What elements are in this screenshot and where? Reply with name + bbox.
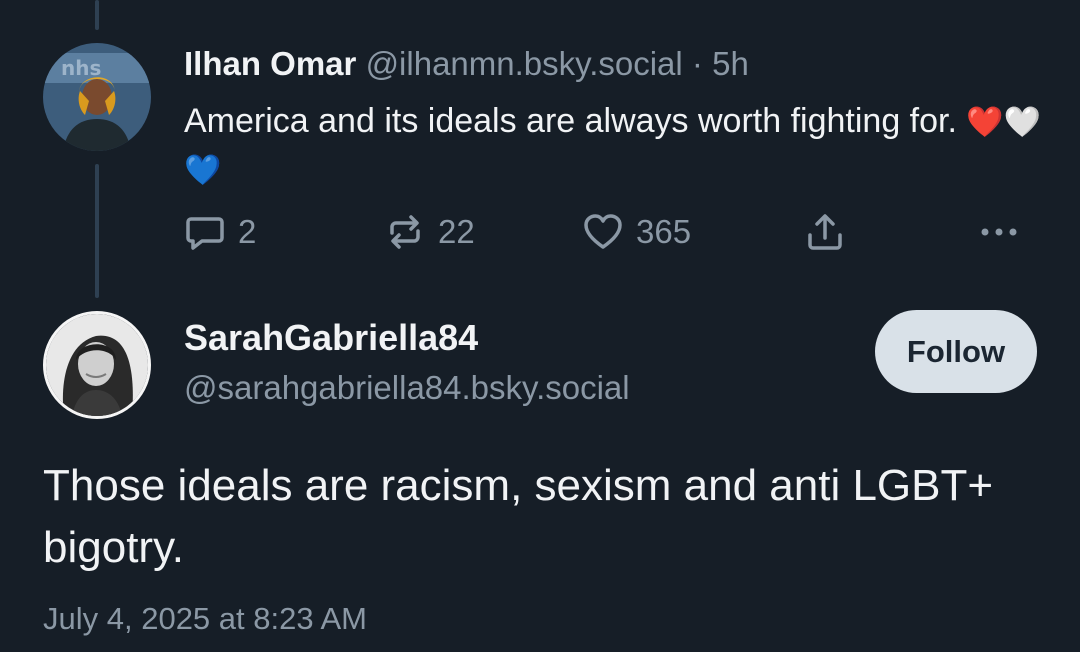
follow-button[interactable]: Follow	[875, 310, 1037, 393]
svg-text:nhs: nhs	[61, 56, 101, 80]
share-button[interactable]	[804, 210, 858, 254]
repost-button[interactable]: 22	[384, 210, 475, 254]
avatar-sarahgabriella84[interactable]	[43, 311, 151, 419]
reply-count: 2	[238, 213, 257, 250]
parent-author-name[interactable]: Ilhan Omar	[184, 45, 356, 82]
reply-timestamp[interactable]: July 4, 2025 at 8:23 AM	[43, 597, 367, 641]
thread-line-top	[95, 0, 99, 30]
more-options-button[interactable]	[977, 210, 1033, 254]
repost-count: 22	[438, 213, 475, 250]
share-icon	[808, 214, 842, 250]
thread-line-connector	[95, 164, 99, 298]
parent-author-handle[interactable]: @ilhanmn.bsky.social	[366, 45, 683, 82]
parent-post-time[interactable]: 5h	[712, 45, 749, 82]
reply-icon	[186, 217, 224, 250]
repost-icon	[390, 215, 420, 249]
reply-post-text: Those ideals are racism, sexism and anti…	[43, 461, 994, 572]
reply-author-handle[interactable]: @sarahgabriella84.bsky.social	[184, 366, 630, 410]
avatar-ilhan-omar[interactable]: nhs	[43, 43, 151, 151]
header-separator: ·	[691, 45, 703, 82]
reply-button[interactable]: 2	[184, 210, 256, 254]
reply-author-name[interactable]: SarahGabriella84	[184, 316, 478, 360]
post-thread-view: nhs Ilhan Omar @ilhanmn.bsky.social · 5h…	[0, 0, 1080, 652]
like-count: 365	[636, 213, 692, 250]
parent-post-body: America and its ideals are always worth …	[184, 102, 957, 140]
parent-post-header: Ilhan Omar @ilhanmn.bsky.social · 5h	[184, 42, 749, 86]
post-action-bar: 2 22 365	[184, 210, 1044, 254]
more-icon	[981, 228, 1017, 236]
parent-post-text: America and its ideals are always worth …	[184, 98, 1044, 194]
like-button[interactable]: 365	[582, 210, 691, 254]
heart-icon	[584, 214, 622, 249]
